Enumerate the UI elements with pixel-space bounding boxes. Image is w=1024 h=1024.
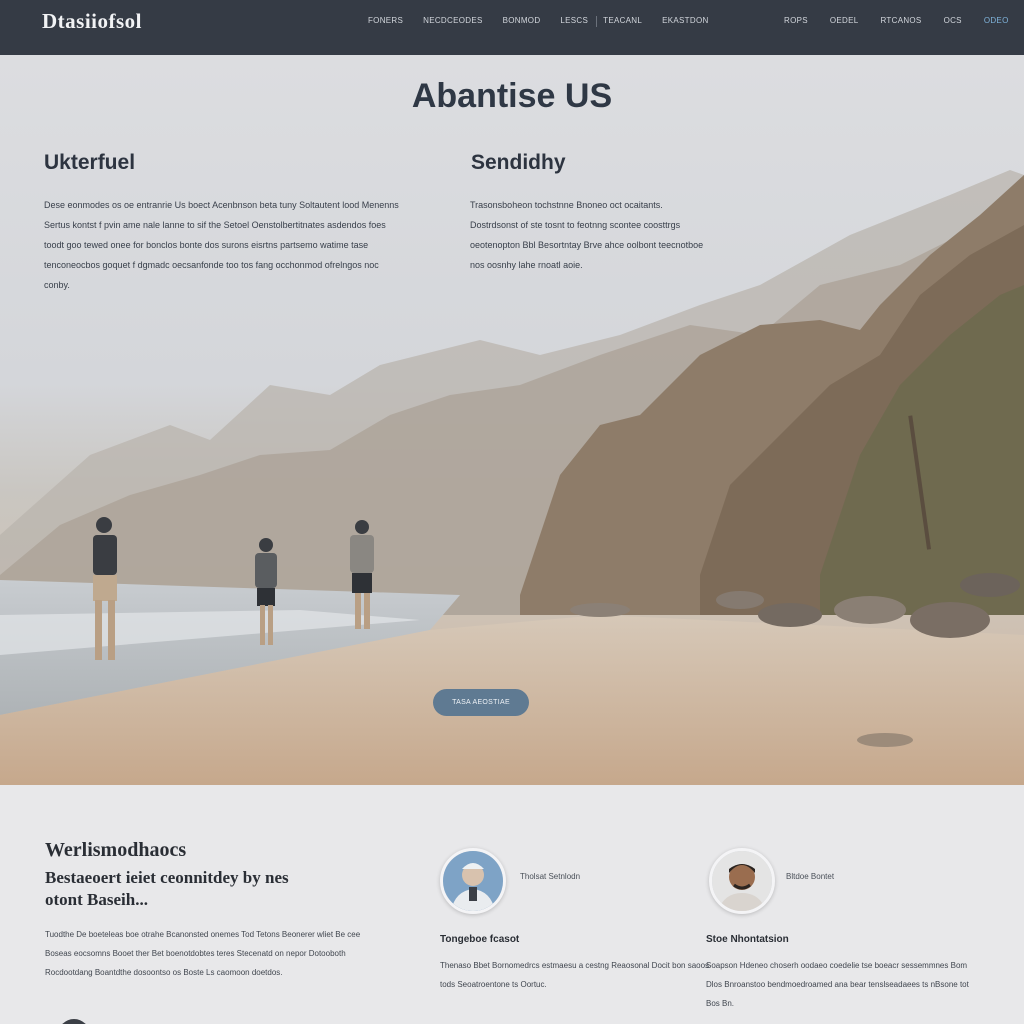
about-section: Werlismodhaocs Bestaeoert ieiet ceonnitd… — [0, 785, 1024, 1024]
nav-links: Foners Necdceodes Bonmod Lescs Teacanl E… — [368, 16, 729, 27]
person-photo-icon — [712, 851, 772, 911]
nav-link-2[interactable]: Necdceodes — [423, 16, 482, 27]
nav-right-link-2[interactable]: Oedel — [830, 16, 859, 25]
hero-title: Abantise US — [411, 77, 613, 115]
nav-right-link-3[interactable]: Rtcanos — [881, 16, 922, 25]
team-member-role: Stoe Nhontatsion — [706, 934, 789, 945]
person-photo-icon — [443, 851, 503, 911]
about-heading: Werlismodhaocs — [45, 839, 187, 861]
site-logo[interactable]: Dtasiiofsol — [42, 9, 142, 34]
about-text: Tuodthe De boeteleas boe otrahe Bcanonst… — [45, 930, 361, 977]
nav-link-4[interactable]: Lescs — [560, 16, 588, 27]
team-member-bio: Thenaso Bbet Bornomedrcs estmaesu a cest… — [440, 961, 710, 989]
partial-avatar — [58, 1019, 90, 1024]
hero-cta-button[interactable]: Tasa Aeostiae — [433, 689, 529, 716]
nav-right-link-5[interactable]: Odeo — [984, 16, 1009, 25]
team-member-name: Bltdoe Bontet — [786, 872, 835, 881]
about-subheading: Bestaeoert ieiet ceonnitdey by nes otont… — [45, 868, 289, 909]
nav-right-link-4[interactable]: Ocs — [944, 16, 962, 25]
avatar[interactable] — [709, 848, 775, 914]
nav-link-6[interactable]: Ekastdon — [662, 16, 708, 27]
hero-section: Abantise US Ukterfuel Dese eonmodes os o… — [0, 55, 1024, 785]
nav-link-5[interactable]: Teacanl — [603, 16, 642, 27]
hero-right-text: Trasonsboheon tochstnne Bnoneo oct ocait… — [470, 200, 704, 270]
nav-divider — [596, 16, 598, 27]
avatar[interactable] — [440, 848, 506, 914]
nav-utility-links: Rops Oedel Rtcanos Ocs Odeo — [784, 16, 1024, 25]
hero-right-heading: Sendidhy — [471, 151, 566, 174]
nav-right-link-1[interactable]: Rops — [784, 16, 808, 25]
top-navbar: Dtasiiofsol Foners Necdceodes Bonmod Les… — [0, 0, 1024, 55]
team-member-bio: Soapson Hdeneo choserh oodaeo coedelie t… — [706, 961, 969, 1008]
hero-left-heading: Ukterfuel — [44, 151, 136, 174]
hero-left-text: Dese eonmodes os oe entranrie Us boect A… — [44, 200, 399, 290]
team-member-name: Tholsat Setnlodn — [520, 872, 581, 881]
nav-link-1[interactable]: Foners — [368, 16, 403, 27]
team-member-role: Tongeboe fcasot — [440, 934, 520, 945]
nav-link-3[interactable]: Bonmod — [503, 16, 541, 27]
